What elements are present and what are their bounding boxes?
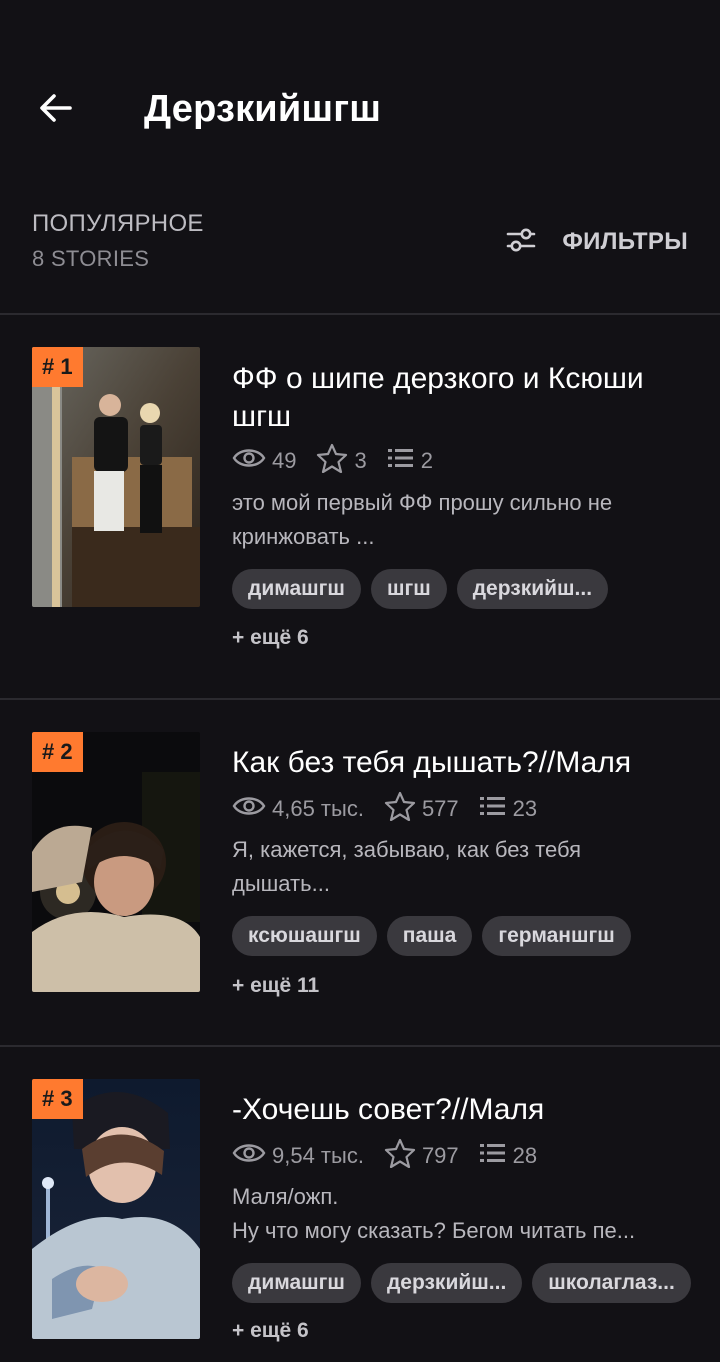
page-title: Дерзкийшгш — [144, 88, 382, 130]
sliders-icon — [506, 227, 536, 258]
parts-count: 2 — [420, 448, 433, 473]
views-stat: 4,65 тыс. — [232, 794, 364, 824]
story-tags-more-row: + ещё 6 — [232, 618, 692, 658]
votes-stat: 797 — [384, 1138, 459, 1174]
votes-count: 3 — [354, 448, 367, 473]
star-icon — [384, 1138, 422, 1174]
section-title: ПОПУЛЯРНОЕ — [32, 210, 204, 237]
votes-stat: 3 — [316, 443, 367, 479]
story-title[interactable]: ФФ о шипе дерзкого и Ксюши шгш — [232, 360, 692, 436]
story-stats: 9,54 тыс. 797 28 — [232, 1138, 557, 1174]
description-line: Маля/ожп. — [232, 1184, 339, 1209]
tag-chip[interactable]: димашгш — [232, 1263, 361, 1303]
story-tags: димашгш дерзкийш... школаглаз... + ещё 6 — [232, 1263, 692, 1351]
section-header: ПОПУЛЯРНОЕ 8 STORIES ФИЛЬТРЫ — [0, 200, 720, 314]
star-icon — [316, 443, 354, 479]
filters-label: ФИЛЬТРЫ — [562, 228, 688, 255]
story-title[interactable]: -Хочешь совет?//Маля — [232, 1091, 692, 1129]
votes-count: 577 — [421, 796, 459, 821]
list-icon — [387, 446, 421, 476]
story-title[interactable]: Как без тебя дышать?//Маля — [232, 744, 692, 782]
story-title-line: шгш — [232, 400, 292, 433]
tag-chip[interactable]: димашгш — [232, 569, 361, 609]
story-tags: димашгш шгш дерзкийш... — [232, 569, 692, 609]
story-description: это мой первый ФФ прошу сильно не кринжо… — [232, 486, 692, 554]
story-title-line: Как без тебя дышать?//Маля — [232, 746, 632, 779]
story-description: Маля/ожп. Ну что могу сказать? Бегом чит… — [232, 1180, 692, 1248]
more-tags-link[interactable]: + ещё 6 — [232, 1311, 309, 1351]
story-card-2[interactable]: # 2 Как без тебя дышать?//Маля 4,65 тыс.… — [0, 700, 720, 1045]
stories-count: 8 STORIES — [32, 246, 150, 271]
eye-icon — [232, 794, 272, 824]
parts-count: 28 — [512, 1143, 538, 1168]
rank-badge: # 2 — [32, 732, 83, 772]
tag-chip[interactable]: дерзкийш... — [370, 1263, 523, 1303]
filters-button[interactable]: ФИЛЬТРЫ — [506, 222, 688, 262]
views-count: 49 — [272, 448, 297, 473]
views-stat: 9,54 тыс. — [232, 1141, 364, 1171]
tag-chip[interactable]: шгш — [370, 569, 447, 609]
more-tags-link[interactable]: + ещё 11 — [232, 966, 319, 1006]
rank-badge: # 1 — [32, 347, 83, 387]
story-title-line: ФФ о шипе дерзкого и Ксюши — [232, 362, 644, 395]
parts-stat: 2 — [387, 446, 433, 476]
tag-chip[interactable]: ксюшашгш — [232, 916, 377, 956]
story-description: Я, кажется, забываю, как без тебя дышать… — [232, 833, 692, 901]
views-stat: 49 — [232, 446, 296, 476]
story-card-1[interactable]: # 1 ФФ о шипе дерзкого и Ксюши шгш 49 3 … — [0, 314, 720, 698]
description-line: Ну что могу сказать? Бегом читать пе... — [232, 1218, 636, 1243]
top-bar: Дерзкийшгш — [0, 0, 720, 180]
story-tags: ксюшашгш паша германшгш — [232, 916, 692, 956]
eye-icon — [232, 446, 272, 476]
story-stats: 49 3 2 — [232, 443, 453, 479]
parts-stat: 23 — [479, 794, 537, 824]
tag-chip[interactable]: паша — [386, 916, 473, 956]
votes-stat: 577 — [384, 791, 459, 827]
story-stats: 4,65 тыс. 577 23 — [232, 791, 557, 827]
arrow-left-icon — [38, 90, 74, 131]
description-line: кринжовать ... — [232, 524, 375, 549]
star-icon — [384, 791, 422, 827]
tag-chip[interactable]: дерзкийш... — [456, 569, 609, 609]
description-line: Я, кажется, забываю, как без тебя — [232, 837, 582, 862]
tag-chip[interactable]: германшгш — [482, 916, 631, 956]
eye-icon — [232, 1141, 272, 1171]
views-count: 9,54 тыс. — [272, 1143, 364, 1168]
more-tags-link[interactable]: + ещё 6 — [232, 618, 309, 658]
rank-badge: # 3 — [32, 1079, 83, 1119]
story-cover-image[interactable]: # 1 — [32, 347, 200, 607]
story-tags-more-row: + ещё 11 — [232, 966, 692, 1006]
story-cover-image[interactable]: # 3 — [32, 1079, 200, 1339]
list-icon — [479, 794, 513, 824]
description-line: это мой первый ФФ прошу сильно не — [232, 490, 613, 515]
list-icon — [479, 1141, 513, 1171]
description-line: дышать... — [232, 871, 330, 896]
story-title-line: -Хочешь совет?//Маля — [232, 1093, 545, 1126]
story-card-3[interactable]: # 3 -Хочешь совет?//Маля 9,54 тыс. 797 2… — [0, 1047, 720, 1362]
story-cover-image[interactable]: # 2 — [32, 732, 200, 992]
tag-chip[interactable]: школаглаз... — [532, 1263, 691, 1303]
parts-stat: 28 — [479, 1141, 537, 1171]
parts-count: 23 — [512, 796, 538, 821]
votes-count: 797 — [421, 1143, 459, 1168]
views-count: 4,65 тыс. — [272, 796, 364, 821]
back-button[interactable] — [32, 86, 80, 134]
